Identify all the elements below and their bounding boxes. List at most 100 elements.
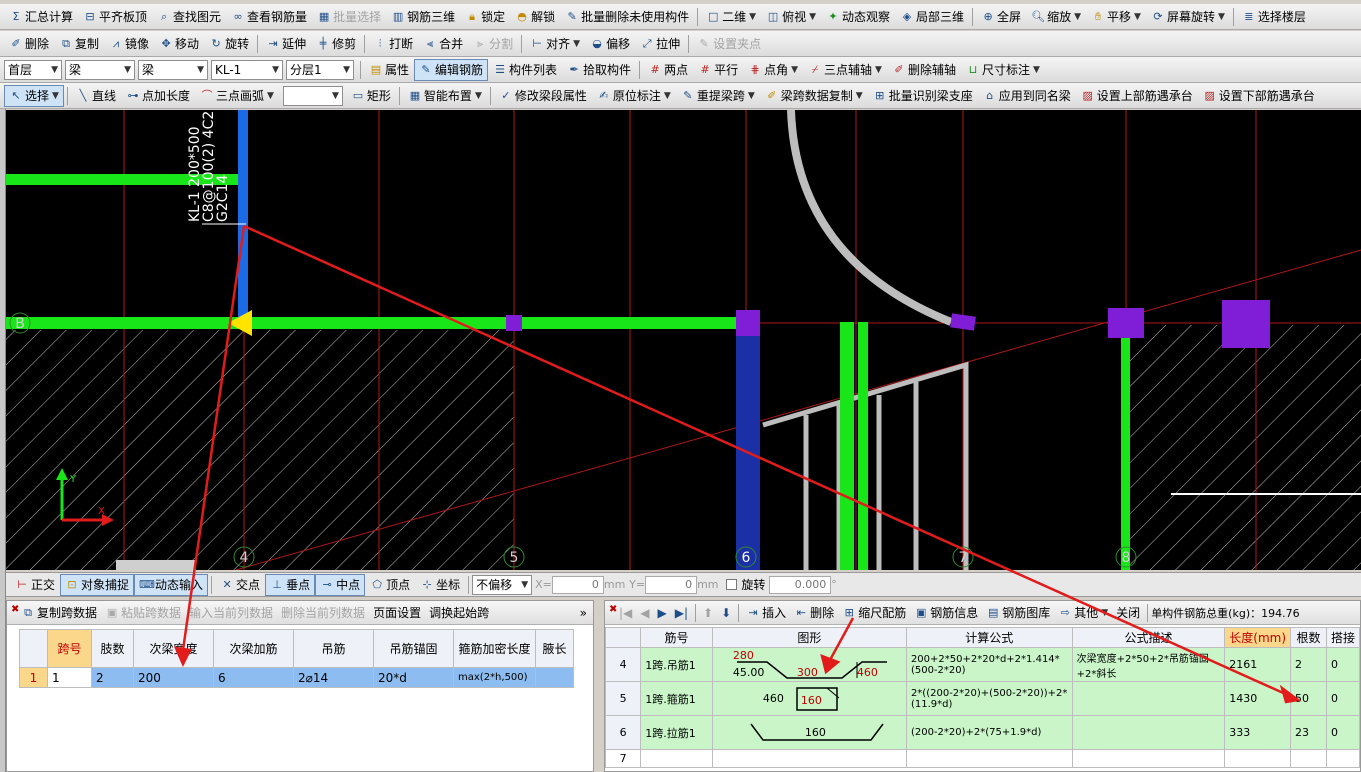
- offset-mode-select[interactable]: 不偏移 ▼: [472, 574, 533, 595]
- cell-lap[interactable]: 0: [1325, 647, 1360, 682]
- batch-support-button[interactable]: ⊞ 批量识别梁支座: [868, 85, 978, 107]
- rotate-checkbox[interactable]: [726, 579, 738, 590]
- view-rebar-button[interactable]: ∞ 查看钢筋量: [226, 6, 312, 28]
- cell-secondary-width[interactable]: 200: [133, 667, 214, 688]
- y-input[interactable]: 0: [645, 575, 698, 594]
- cell-lap[interactable]: [1325, 749, 1360, 768]
- in-situ-annotation-button[interactable]: ✍ 原位标注 ▼: [592, 85, 676, 107]
- column-header[interactable]: 吊筋: [293, 629, 374, 668]
- extend-button[interactable]: ⇥ 延伸: [261, 33, 311, 55]
- copy-span-button[interactable]: ⧉ 复制跨数据: [17, 602, 101, 624]
- table-row[interactable]: 5 1跨.箍筋1 460 160 2*((200-2*20)+(500-2*20…: [605, 681, 1360, 716]
- top-rebar-cap-button[interactable]: ▨ 设置上部筋遇承台: [1076, 85, 1198, 107]
- cell-span-no[interactable]: 1: [47, 667, 92, 688]
- component-list-button[interactable]: ☰ 构件列表: [488, 59, 562, 81]
- cell-length[interactable]: 333: [1224, 715, 1292, 750]
- pick-component-button[interactable]: ✒ 拾取构件: [562, 59, 636, 81]
- cell-description[interactable]: 次梁宽度+2*50+2*吊筋锚固+2*斜长: [1071, 647, 1226, 682]
- cell-length[interactable]: 2161: [1224, 647, 1292, 682]
- column-header[interactable]: 肢数: [91, 629, 134, 668]
- cell-count[interactable]: 2: [1290, 647, 1327, 682]
- other-button[interactable]: ⇨ 其他 ▼: [1054, 602, 1112, 624]
- table-row[interactable]: 6 1跨.拉筋1 160 (200-2*20)+2*(75+1.9*d) 333…: [605, 715, 1360, 750]
- vertex-snap[interactable]: ⬠ 顶点: [365, 574, 415, 596]
- cell-description[interactable]: [1071, 749, 1226, 768]
- cell-formula[interactable]: (200-2*20)+2*(75+1.9*d): [905, 715, 1073, 750]
- break-button[interactable]: ⫶ 打断: [368, 33, 418, 55]
- unlock-button[interactable]: ◓ 解锁: [510, 6, 560, 28]
- paste-span-button[interactable]: ▣ 粘贴跨数据: [101, 602, 185, 624]
- table-row[interactable]: 7: [605, 749, 1360, 768]
- move-button[interactable]: ✥ 移动: [154, 33, 204, 55]
- line-button[interactable]: ╲ 直线: [71, 85, 121, 107]
- cell-formula[interactable]: [905, 749, 1073, 768]
- delete-column-button[interactable]: 删除当前列数据: [277, 602, 369, 624]
- batch-select-button[interactable]: ▦ 批量选择: [312, 6, 386, 28]
- object-snap-toggle[interactable]: ⊡ 对象捕捉: [60, 573, 135, 596]
- rebar-3d-button[interactable]: ▥ 钢筋三维: [386, 6, 460, 28]
- select-button[interactable]: ↖ 选择 ▼: [4, 84, 64, 107]
- cell-haunch[interactable]: [535, 667, 574, 688]
- floor-select[interactable]: 首层 ▼: [4, 59, 62, 80]
- cell-rebar-name[interactable]: [640, 749, 713, 768]
- prev-button[interactable]: ◀: [636, 602, 653, 624]
- span-copy-button[interactable]: ✐ 梁跨数据复制 ▼: [760, 85, 868, 107]
- move-down-button[interactable]: ⬇: [717, 602, 735, 624]
- trim-button[interactable]: ╪ 修剪: [311, 33, 361, 55]
- modify-segment-button[interactable]: ✓ 修改梁段属性: [494, 85, 592, 107]
- rebar-library-button[interactable]: ▤ 钢筋图库: [982, 602, 1054, 624]
- rotate-screen-button[interactable]: ⟳ 屏幕旋转 ▼: [1146, 6, 1230, 28]
- cell-description[interactable]: [1071, 681, 1226, 716]
- table-row[interactable]: 1 1 2 200 6 2⌀14 20*d max(2*h,500): [19, 667, 574, 688]
- align-button[interactable]: ⊢ 对齐 ▼: [525, 33, 585, 55]
- delete-button[interactable]: ✐ 删除: [4, 33, 54, 55]
- intersection-snap[interactable]: ✕ 交点: [215, 574, 265, 596]
- edit-rebar-button[interactable]: ✎ 编辑钢筋: [414, 58, 489, 81]
- scale-rebar-button[interactable]: ⊞ 缩尺配筋: [838, 602, 910, 624]
- input-column-button[interactable]: 输入当前列数据: [185, 602, 277, 624]
- chevron-right-icon[interactable]: »: [580, 606, 587, 620]
- cell-description[interactable]: [1071, 715, 1226, 750]
- align-top-button[interactable]: ⊟ 平齐板顶: [78, 6, 152, 28]
- dimension-button[interactable]: ⊔ 尺寸标注 ▼: [961, 59, 1045, 81]
- insert-button[interactable]: ⇥ 插入: [742, 602, 790, 624]
- zoom-button[interactable]: 🔍︎ 缩放 ▼: [1026, 6, 1086, 28]
- view-2d-button[interactable]: □ 二维 ▼: [701, 6, 761, 28]
- last-button[interactable]: ▶|: [671, 602, 692, 624]
- lock-button[interactable]: 🔒︎ 锁定: [460, 6, 510, 28]
- drawing-canvas[interactable]: KL-1 200*500 C8@100(2) 4C20 G2C14 B 4 5 …: [6, 110, 1361, 570]
- cell-legs[interactable]: 2: [91, 667, 134, 688]
- type-select[interactable]: 梁 ▼: [65, 59, 135, 80]
- three-point-axis-button[interactable]: ⌿ 三点辅轴 ▼: [803, 59, 887, 81]
- column-header[interactable]: 箍筋加密长度: [453, 629, 536, 668]
- move-up-button[interactable]: ⬆: [699, 602, 717, 624]
- rotate-input[interactable]: 0.000: [769, 575, 832, 594]
- ortho-toggle[interactable]: ⊢ 正交: [10, 574, 60, 596]
- cell-lap[interactable]: 0: [1325, 715, 1360, 750]
- batch-delete-button[interactable]: ✎ 批量删除未使用构件: [560, 6, 694, 28]
- find-element-button[interactable]: ⌕ 查找图元: [152, 6, 226, 28]
- cell-rebar-name[interactable]: 1跨.拉筋1: [640, 715, 713, 750]
- arc-button[interactable]: ⌒ 三点画弧 ▼: [195, 85, 279, 107]
- re-span-button[interactable]: ✎ 重提梁跨 ▼: [676, 85, 760, 107]
- cell-rebar-name[interactable]: 1跨.箍筋1: [640, 681, 713, 716]
- calc-button[interactable]: Σ 汇总计算: [4, 6, 78, 28]
- bottom-rebar-cap-button[interactable]: ▨ 设置下部筋遇承台: [1198, 85, 1320, 107]
- column-header[interactable]: 根数: [1290, 627, 1327, 648]
- cell-formula[interactable]: 200+2*50+2*20*d+2*1.414*(500-2*20): [905, 647, 1073, 682]
- cell-secondary-extra[interactable]: 6: [213, 667, 294, 688]
- column-header[interactable]: 长度(mm): [1224, 627, 1292, 648]
- cell-length[interactable]: [1224, 749, 1292, 768]
- pan-button[interactable]: ✋︎ 平移 ▼: [1086, 6, 1146, 28]
- delete-row-button[interactable]: ⇤ 删除: [790, 602, 838, 624]
- cell-shape[interactable]: 160: [711, 715, 907, 750]
- point-angle-button[interactable]: ⋕ 点角 ▼: [743, 59, 803, 81]
- column-header[interactable]: 筋号: [640, 627, 713, 648]
- subtype-select[interactable]: 梁 ▼: [138, 59, 208, 80]
- mirror-button[interactable]: ⩘ 镜像: [104, 33, 154, 55]
- rotate-button[interactable]: ↻ 旋转: [204, 33, 254, 55]
- select-floor-button[interactable]: ≣ 选择楼层: [1237, 6, 1311, 28]
- x-input[interactable]: 0: [551, 575, 604, 594]
- perpendicular-snap[interactable]: ⊥ 垂点: [265, 573, 316, 596]
- cell-count[interactable]: 50: [1290, 681, 1327, 716]
